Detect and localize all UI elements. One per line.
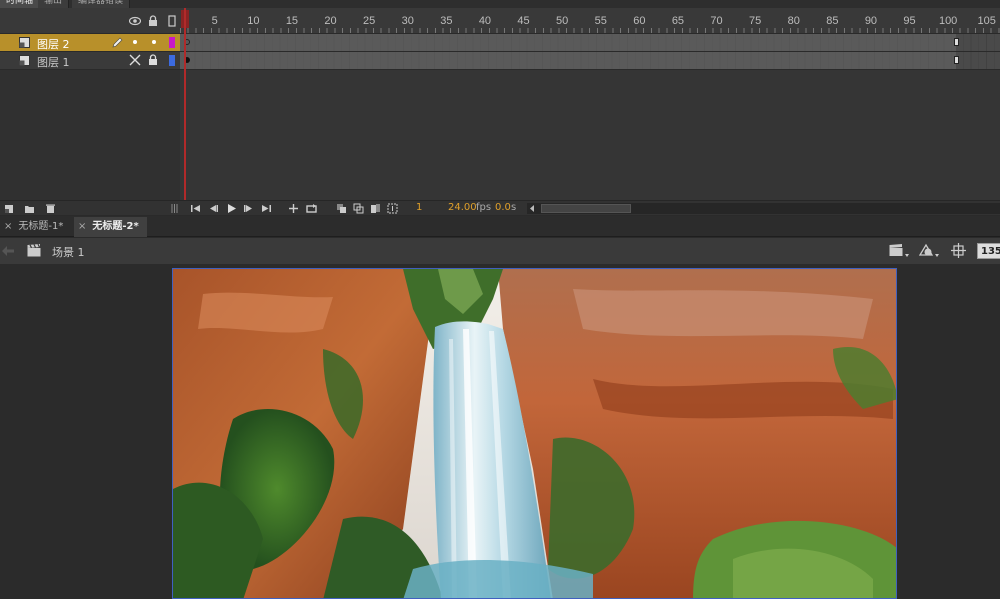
panel-tab-bar: 时间轴 输出 编译器错误 <box>0 0 1000 8</box>
frame-tail <box>956 34 1000 51</box>
tab-compiler-errors[interactable]: 编译器错误 <box>72 0 131 8</box>
onion-skin-icon[interactable] <box>336 203 347 214</box>
layer-list-empty <box>0 70 180 200</box>
edit-scene-icon[interactable] <box>889 243 911 258</box>
eye-icon[interactable] <box>129 15 141 27</box>
timeline-empty-area <box>0 70 1000 200</box>
document-tab-bar: × 无标题-1* × 无标题-2* <box>0 216 1000 237</box>
close-icon[interactable]: × <box>78 221 86 232</box>
ruler-label: 50 <box>556 15 569 27</box>
close-icon[interactable]: × <box>4 221 12 232</box>
scrollbar-thumb[interactable] <box>541 204 631 213</box>
ruler-label: 90 <box>864 15 878 27</box>
hidden-x-icon[interactable] <box>129 54 141 66</box>
new-folder-icon[interactable] <box>24 203 35 214</box>
timeline-scrollbar[interactable] <box>527 203 1000 214</box>
frame-tail <box>956 52 1000 69</box>
layer-icon <box>19 37 30 48</box>
ruler-label: 10 <box>247 15 260 27</box>
edit-bar: 场景 1 135 <box>0 238 1000 264</box>
current-frame[interactable]: 1 <box>416 202 422 213</box>
doc-tab-1[interactable]: × 无标题-1* <box>0 217 71 237</box>
delete-icon[interactable] <box>45 203 56 214</box>
tab-timeline[interactable]: 时间轴 <box>0 0 41 8</box>
layer-header[interactable]: 图层 1 <box>0 52 180 69</box>
layer-color-swatch[interactable] <box>169 37 175 48</box>
panel-grip-icon[interactable] <box>169 203 180 214</box>
layer-header[interactable]: 图层 2 <box>0 34 180 51</box>
prev-frame-icon[interactable] <box>208 203 219 214</box>
layer-name[interactable]: 图层 2 <box>37 36 70 52</box>
doc-tab-label: 无标题-1* <box>18 221 64 232</box>
doc-tab-label: 无标题-2* <box>92 221 139 232</box>
edit-symbols-icon[interactable] <box>919 243 941 258</box>
fps-value[interactable]: 24.00 <box>448 202 477 213</box>
scroll-left-icon[interactable] <box>529 205 536 212</box>
ruler-label: 65 <box>671 15 685 27</box>
lock-icon[interactable] <box>147 15 159 27</box>
timeline-toolbar: 1 24.00 fps 0.0 s <box>0 200 1000 215</box>
play-icon[interactable] <box>226 203 237 214</box>
layer-row-2[interactable]: 图层 2 <box>0 34 1000 51</box>
ruler-label: 35 <box>440 15 453 27</box>
playhead[interactable] <box>184 8 186 200</box>
ruler-label: 55 <box>594 15 607 27</box>
ruler-label: 15 <box>285 15 299 27</box>
ruler-label: 30 <box>401 15 414 27</box>
ruler-label: 80 <box>787 15 800 27</box>
span-end-marker <box>954 56 959 64</box>
scene-label[interactable]: 场景 1 <box>52 244 85 260</box>
lock-icon[interactable] <box>147 54 159 66</box>
timeline-header: 1510152025303540455055606570758085909510… <box>0 8 1000 34</box>
ruler-label: 40 <box>478 15 492 27</box>
ruler-label: 85 <box>826 15 839 27</box>
ruler-label: 25 <box>363 15 376 27</box>
stage-pasteboard <box>0 264 1000 599</box>
outline-icon[interactable] <box>166 15 178 27</box>
edit-multiple-frames-icon[interactable] <box>370 203 381 214</box>
onion-outline-icon[interactable] <box>353 203 364 214</box>
ruler-label: 70 <box>710 15 723 27</box>
next-frame-icon[interactable] <box>243 203 254 214</box>
waterfall-image[interactable] <box>173 269 897 599</box>
frame-track[interactable] <box>180 52 1000 69</box>
zoom-input[interactable]: 135 <box>977 243 1000 259</box>
ruler-label: 60 <box>633 15 646 27</box>
last-frame-icon[interactable] <box>261 203 272 214</box>
lock-dot[interactable] <box>152 40 156 44</box>
scene-clapper-icon <box>27 244 41 257</box>
layer-name[interactable]: 图层 1 <box>37 54 70 70</box>
tab-output[interactable]: 输出 <box>38 0 70 8</box>
loop-icon[interactable] <box>306 203 317 214</box>
back-arrow-icon[interactable] <box>2 246 14 256</box>
ruler-label: 105 <box>977 15 996 27</box>
span-end-marker <box>954 38 959 46</box>
ruler-ticks <box>180 28 1000 33</box>
frame-cells <box>180 52 956 69</box>
time-value[interactable]: 0.0 <box>495 202 511 213</box>
frame-cells <box>180 34 956 51</box>
layer-row-1[interactable]: 图层 1 <box>0 52 1000 69</box>
layer-icon <box>19 55 30 66</box>
ruler-label: 45 <box>517 15 530 27</box>
first-frame-icon[interactable] <box>190 203 201 214</box>
visibility-dot[interactable] <box>133 40 137 44</box>
ruler-label: 5 <box>211 15 218 27</box>
doc-tab-2[interactable]: × 无标题-2* <box>74 217 147 237</box>
ruler-label: 95 <box>903 15 916 27</box>
stage-canvas[interactable] <box>172 268 897 599</box>
time-unit: s <box>511 202 517 213</box>
layer-color-swatch[interactable] <box>169 55 175 66</box>
frame-track[interactable] <box>180 34 1000 51</box>
ruler-label: 20 <box>324 15 337 27</box>
center-stage-icon[interactable] <box>951 243 966 258</box>
pencil-icon <box>112 37 123 48</box>
fps-unit: fps <box>476 202 492 213</box>
modify-markers-icon[interactable] <box>387 203 398 214</box>
new-layer-icon[interactable] <box>4 203 15 214</box>
ruler-label: 100 <box>938 15 958 27</box>
center-frame-icon[interactable] <box>288 203 299 214</box>
frame-ruler[interactable]: 1510152025303540455055606570758085909510… <box>180 8 1000 34</box>
ruler-label: 75 <box>749 15 762 27</box>
